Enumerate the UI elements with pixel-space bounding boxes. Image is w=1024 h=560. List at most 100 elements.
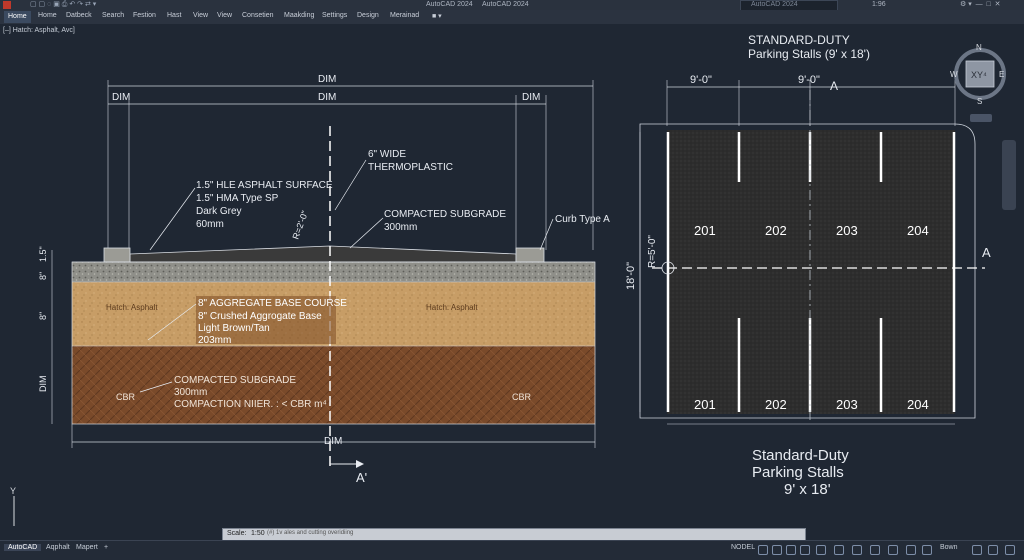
asphalt-label-2: 1.5" HMA Type SP — [196, 193, 279, 204]
dim-top-label: DIM — [318, 74, 336, 85]
ucs-icon: Y X — [10, 486, 46, 536]
leader-stripe — [334, 159, 367, 211]
left-dim-1: 1.5" — [38, 246, 48, 262]
ucs-y-label: Y — [10, 486, 16, 496]
model-space-toggle[interactable]: NODEL — [731, 544, 755, 551]
stall-bottom-202: 202 — [765, 397, 787, 412]
annotation-icon[interactable] — [906, 545, 916, 555]
crown-label: R=2'-0" — [290, 209, 310, 240]
viewcube-s[interactable]: S — [977, 97, 982, 106]
stall-top-201: 201 — [694, 223, 716, 238]
leader-subgrade-top — [349, 217, 384, 249]
tab-home[interactable]: Home — [38, 12, 57, 19]
viewcube-n[interactable]: N — [976, 43, 982, 52]
plan-side-dim: 18'-0" — [625, 262, 637, 290]
subgrade-top-1: COMPACTED SUBGRADE — [384, 209, 506, 220]
customize-icon[interactable] — [1005, 545, 1015, 555]
stall-bottom-204: 204 — [907, 397, 929, 412]
snap-icon[interactable] — [772, 545, 782, 555]
stall-top-203: 203 — [836, 223, 858, 238]
osnap-icon[interactable] — [816, 545, 826, 555]
scale-text[interactable]: 1:96 — [872, 1, 886, 8]
tab-settings[interactable]: Settings — [322, 12, 347, 19]
cbr-right-label: CBR — [512, 392, 532, 402]
tab-consetien[interactable]: Consetien — [242, 12, 274, 19]
app-title-1: AutoCAD 2024 — [426, 1, 473, 8]
plan-caption-1: Standard-Duty — [752, 447, 849, 464]
stall-top-202: 202 — [765, 223, 787, 238]
status-bar: AutoCAD Aqphalt Mapert + NODEL Bown — [0, 540, 1024, 560]
left-dim-4: DIM — [38, 376, 48, 393]
sub-label-1: COMPACTED SUBGRADE — [174, 375, 296, 386]
tab-hast[interactable]: Hast — [167, 12, 181, 19]
base-label-4: 203mm — [198, 335, 231, 346]
asphalt-label-3: Dark Grey — [196, 206, 242, 217]
leader-curb — [539, 218, 554, 251]
transparency-icon[interactable] — [870, 545, 880, 555]
stall-top-204: 204 — [907, 223, 929, 238]
subgrade-top-2: 300mm — [384, 222, 417, 233]
tab-maakding[interactable]: Maakding — [284, 12, 314, 19]
curb-right — [515, 247, 545, 263]
dim-mid-label: DIM — [318, 92, 336, 103]
plan-dim-2: 9'-0" — [798, 74, 820, 86]
tab-design[interactable]: Design — [357, 12, 379, 19]
layout-tab-asphalt[interactable]: Aqphalt — [46, 544, 70, 551]
viewport-label[interactable]: [–] Hatch: Asphalt, Avc] — [3, 27, 75, 34]
isolate-icon[interactable] — [972, 545, 982, 555]
layout-tab-autocad[interactable]: AutoCAD — [4, 544, 42, 551]
lineweight-icon[interactable] — [852, 545, 862, 555]
workspace-icon[interactable] — [922, 545, 932, 555]
tab-festion[interactable]: Festion — [133, 12, 156, 19]
wcs-menu[interactable] — [970, 114, 992, 122]
grid-icon[interactable] — [758, 545, 768, 555]
tab-search[interactable]: Search — [102, 12, 124, 19]
dim-left-label: DIM — [112, 92, 130, 103]
base-label-3: Light Brown/Tan — [198, 323, 270, 334]
command-input[interactable]: (#) 1v ales and cutting overidiing — [267, 530, 353, 536]
stripe-label-2: THERMOPLASTIC — [368, 162, 453, 173]
dim-bottom-label: DIM — [324, 436, 342, 447]
ortho-icon[interactable] — [786, 545, 796, 555]
leader-asphalt — [149, 187, 196, 251]
app-icon[interactable] — [3, 1, 11, 9]
quick-access-icons[interactable]: ▢ ▢ ◌ ▣ ⎙ ↶ ↷ ⇄ ▾ — [30, 0, 96, 9]
cbr-left-label: CBR — [116, 392, 136, 402]
base-label-2: 8" Crushed Aggrogate Base — [198, 311, 322, 322]
app-title-2: AutoCAD 2024 — [482, 1, 529, 8]
layout-tab-mapert[interactable]: Mapert — [76, 544, 98, 551]
curb-label: Curb Type A — [555, 214, 610, 225]
tab-view[interactable]: View — [193, 12, 208, 19]
plan-dim-1: 9'-0" — [690, 74, 712, 86]
drawing-svg[interactable]: DIM DIM DIM DIM 1.5" 8" 8" DIM 1.5" HLE … — [0, 24, 1024, 536]
camera-icon[interactable]: ■ ▾ — [432, 12, 442, 20]
stall-bottom-201: 201 — [694, 397, 716, 412]
navigation-bar[interactable] — [1002, 140, 1016, 210]
viewcube[interactable]: XY⁴ N S E W — [950, 43, 1006, 122]
tab-home-active[interactable]: Home — [4, 11, 31, 23]
asphalt-label-4: 60mm — [196, 219, 224, 230]
section-view: DIM DIM DIM DIM 1.5" 8" 8" DIM 1.5" HLE … — [38, 74, 610, 485]
viewcube-w[interactable]: W — [950, 70, 958, 79]
sub-label-3: COMPACTION NIIER. : < CBR m⁴ — [174, 399, 327, 410]
add-layout-button[interactable]: + — [104, 544, 108, 551]
drawing-canvas[interactable]: DIM DIM DIM DIM 1.5" 8" 8" DIM 1.5" HLE … — [0, 24, 1024, 536]
tab-datbeck[interactable]: Datbeck — [66, 12, 92, 19]
plan-cut-top: A — [830, 79, 838, 93]
fullscreen-icon[interactable] — [988, 545, 998, 555]
tab-merainad[interactable]: Merainad — [390, 12, 419, 19]
gravel-layer — [72, 262, 595, 282]
plan-cut-right: A — [982, 245, 991, 260]
window-controls[interactable]: ⚙ ▾ — □ ✕ — [960, 0, 1001, 8]
left-dim-3: 8" — [38, 312, 48, 320]
curb-left — [103, 247, 131, 263]
selection-icon[interactable] — [888, 545, 898, 555]
otrack-icon[interactable] — [834, 545, 844, 555]
command-scale-value[interactable]: 1:50 — [251, 530, 265, 537]
plan-title-2: Parking Stalls (9' x 18') — [748, 47, 870, 61]
viewcube-e[interactable]: E — [999, 70, 1004, 79]
polar-icon[interactable] — [800, 545, 810, 555]
tab-view-2[interactable]: View — [217, 12, 232, 19]
hatch-left-label: Hatch: Asphalt — [106, 303, 158, 312]
units-dropdown[interactable]: Bown — [940, 544, 958, 551]
